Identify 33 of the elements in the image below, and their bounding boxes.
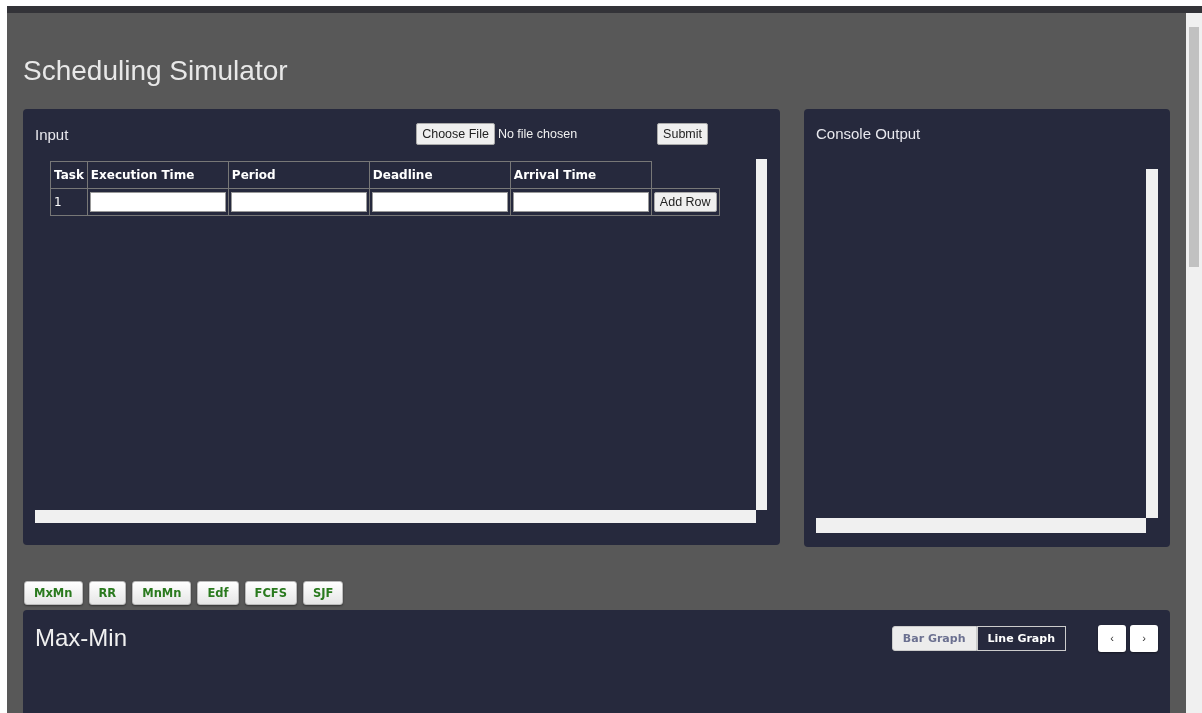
choose-file-button[interactable]: Choose File: [416, 123, 495, 145]
input-field[interactable]: [512, 192, 649, 212]
nav-button[interactable]: ›: [1130, 624, 1158, 652]
column-header: Deadline: [369, 161, 511, 189]
column-header: Period: [228, 161, 370, 189]
column-header: Task: [50, 161, 88, 189]
page-title: Scheduling Simulator: [23, 54, 289, 88]
algorithm-tab[interactable]: MnMn: [132, 581, 192, 605]
algorithm-tab[interactable]: Edf: [197, 581, 239, 605]
graph-tab[interactable]: Bar Graph: [891, 625, 977, 651]
submit-button[interactable]: Submit: [657, 123, 708, 145]
algorithm-tab[interactable]: RR: [88, 581, 127, 605]
scrollbar[interactable]: [756, 159, 767, 510]
panel-title: Input: [35, 125, 69, 143]
panel-title: Console Output: [816, 124, 922, 144]
input-field[interactable]: [230, 192, 367, 212]
column-header: Arrival Time: [510, 161, 652, 189]
nav-button[interactable]: ‹: [1098, 624, 1126, 652]
column-header: Execution Time: [87, 161, 229, 189]
input-field[interactable]: [89, 192, 226, 212]
algorithm-tab[interactable]: MxMn: [24, 581, 83, 605]
scrollbar[interactable]: [1146, 169, 1158, 518]
add-row-button[interactable]: Add Row: [653, 192, 717, 212]
scrollbar[interactable]: [1186, 13, 1202, 713]
scrollbar[interactable]: [35, 510, 756, 523]
file-status: No file chosen: [497, 127, 578, 141]
table-cell: 1: [50, 188, 88, 216]
graph-tab[interactable]: Line Graph: [976, 625, 1066, 651]
scrollbar[interactable]: [816, 518, 1146, 533]
algorithm-tab[interactable]: FCFS: [244, 581, 297, 605]
algorithm-tab[interactable]: SJF: [303, 581, 344, 605]
chart-title: Max-Min: [35, 624, 127, 652]
input-field[interactable]: [371, 192, 508, 212]
